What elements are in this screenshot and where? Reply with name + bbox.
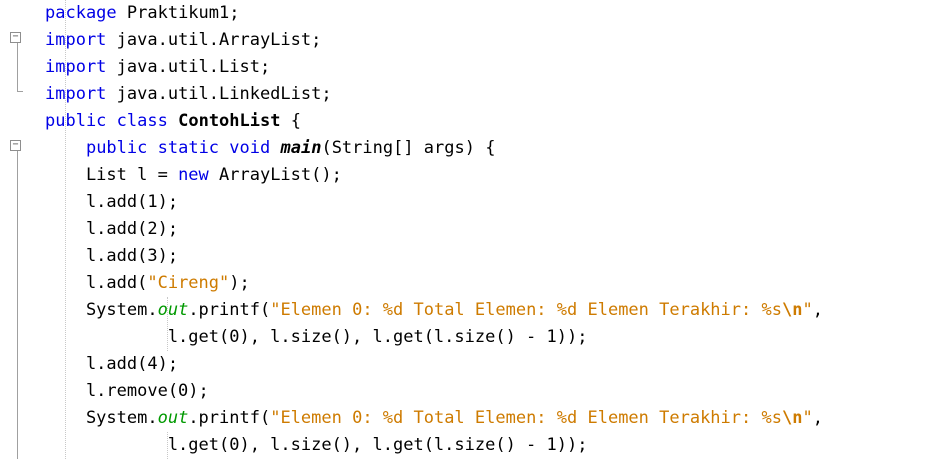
keyword-token: import [45, 84, 107, 104]
code-line[interactable]: l.get(0), l.size(), l.get(l.size() - 1))… [45, 432, 952, 459]
code-line[interactable]: public static void main(String[] args) { [45, 135, 952, 162]
keyword-token: void [229, 138, 271, 158]
code-lines: package Praktikum1; import java.util.Arra… [45, 0, 952, 459]
keyword-token: package [45, 3, 117, 23]
code-text: System. [45, 408, 158, 428]
fold-range-main-method [17, 151, 18, 459]
code-text: java.util.List; [106, 57, 271, 77]
keyword-token: import [45, 30, 107, 50]
code-text: { [280, 111, 301, 131]
code-line[interactable]: System.out.printf("Elemen 0: %d Total El… [45, 405, 952, 432]
code-text: ); [229, 273, 250, 293]
code-text: ArrayList(); [208, 165, 342, 185]
keyword-token: class [116, 111, 168, 131]
fold-range-imports [17, 43, 18, 92]
code-line[interactable]: List l = new ArrayList(); [45, 162, 952, 189]
indent-guide [167, 297, 168, 351]
code-line[interactable]: System.out.printf("Elemen 0: %d Total El… [45, 297, 952, 324]
static-field: out [157, 408, 189, 428]
keyword-token: public [45, 111, 107, 131]
editor-gutter: − − [0, 0, 40, 459]
fold-toggle-imports-icon[interactable]: − [10, 32, 21, 43]
string-literal: " [802, 300, 813, 320]
static-field: out [157, 300, 189, 320]
keyword-token: new [178, 165, 209, 185]
code-text: l.get(0), l.size(), l.get(l.size() - 1))… [45, 435, 588, 455]
keyword-token: static [157, 138, 220, 158]
string-literal: "Cireng" [147, 273, 230, 293]
code-line[interactable]: package Praktikum1; [45, 0, 952, 27]
fold-end-imports [17, 91, 23, 92]
code-text: System. [45, 300, 158, 320]
escape-sequence: \n [781, 300, 803, 320]
code-text: java.util.LinkedList; [106, 84, 332, 104]
code-line[interactable]: l.add("Cireng"); [45, 270, 952, 297]
code-area[interactable]: package Praktikum1; import java.util.Arra… [45, 0, 952, 459]
class-name: ContohList [178, 111, 281, 131]
fold-toggle-main-method-icon[interactable]: − [10, 140, 21, 151]
keyword-token: public [85, 138, 148, 158]
code-line[interactable]: l.add(2); [45, 216, 952, 243]
escape-sequence: \n [781, 408, 803, 428]
indent-guide [167, 432, 168, 459]
code-line[interactable]: import java.util.List; [45, 54, 952, 81]
code-line[interactable]: l.get(0), l.size(), l.get(l.size() - 1))… [45, 324, 952, 351]
code-line[interactable]: l.add(3); [45, 243, 952, 270]
code-text: .printf( [188, 300, 271, 320]
code-text: l.remove(0); [45, 381, 209, 401]
method-name: main [280, 138, 322, 158]
code-text: l.get(0), l.size(), l.get(l.size() - 1))… [45, 327, 588, 347]
code-editor[interactable]: − − package Praktikum1; import java.util.… [0, 0, 952, 459]
code-text: java.util.ArrayList; [106, 30, 322, 50]
code-text: .printf( [188, 408, 271, 428]
keyword-token: import [45, 57, 107, 77]
code-text: , [812, 300, 823, 320]
code-text: , [812, 408, 823, 428]
code-line[interactable]: public class ContohList { [45, 108, 952, 135]
code-line[interactable]: l.add(4); [45, 351, 952, 378]
indent-guide [65, 0, 66, 459]
code-line[interactable]: l.remove(0); [45, 378, 952, 405]
code-line[interactable]: l.add(1); [45, 189, 952, 216]
string-literal: "Elemen 0: %d Total Elemen: %d Elemen Te… [270, 300, 782, 320]
string-literal: " [802, 408, 813, 428]
code-line[interactable]: import java.util.ArrayList; [45, 27, 952, 54]
string-literal: "Elemen 0: %d Total Elemen: %d Elemen Te… [270, 408, 782, 428]
code-line[interactable]: import java.util.LinkedList; [45, 81, 952, 108]
code-text: (String[] args) { [321, 138, 496, 158]
code-text: Praktikum1; [116, 3, 240, 23]
code-text: l.add( [45, 273, 148, 293]
